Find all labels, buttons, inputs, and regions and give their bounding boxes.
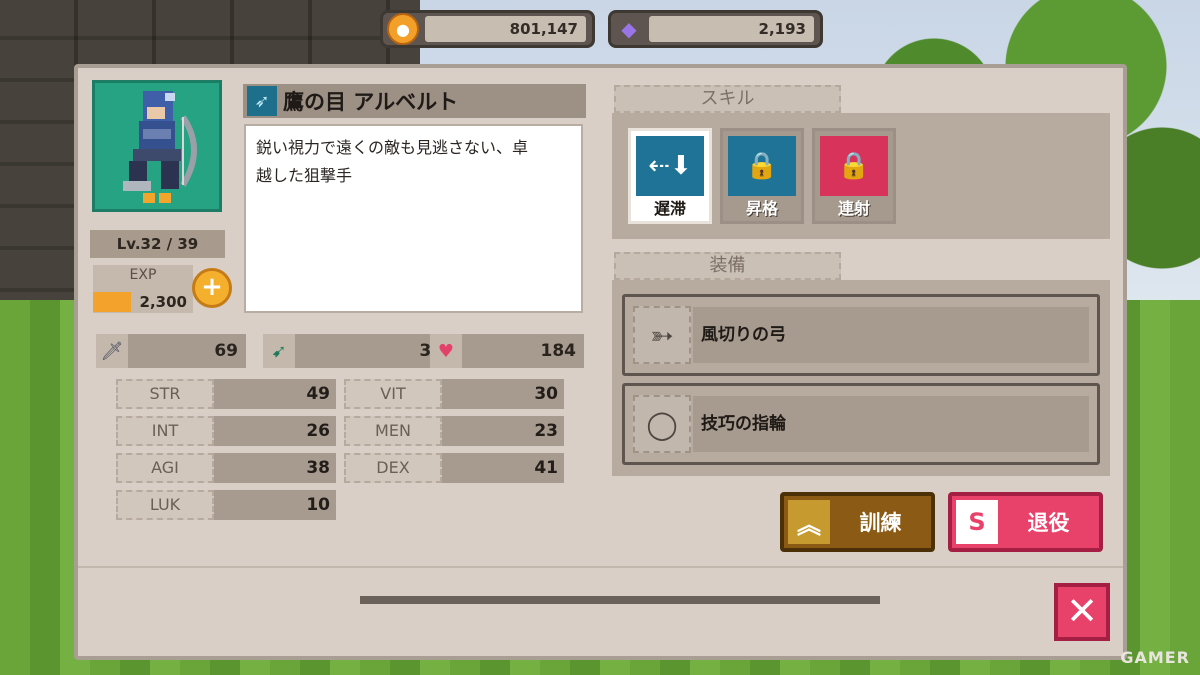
attr-label: MEN [344, 416, 442, 446]
exp-label: EXP [129, 267, 157, 283]
watermark: GAMER [1120, 648, 1190, 667]
attr-value: 26 [214, 416, 336, 446]
slow-arrow-icon: ⇠⬇ [636, 136, 704, 196]
attr-men: MEN 23 [344, 416, 564, 446]
attack-value: 69 [128, 334, 246, 368]
ranged-value: 37 [295, 334, 451, 368]
panel-divider [78, 566, 1123, 568]
gem-icon: ◆ [621, 17, 637, 41]
skill-promote[interactable]: 🔒 昇格 [720, 128, 804, 224]
skills-header: スキル [614, 85, 841, 113]
gem-counter: ◆ 2,193 [608, 10, 823, 48]
attr-value: 23 [442, 416, 564, 446]
heart-icon: ♥ [430, 334, 462, 368]
equipment-slot-weapon[interactable]: ➳ 風切りの弓 [622, 294, 1100, 376]
bow-icon: ➳ [633, 306, 691, 364]
close-button[interactable]: ✕ [1054, 583, 1110, 641]
skill-label: 連射 [837, 199, 870, 218]
skill-slow[interactable]: ⇠⬇ 遅滞 [628, 128, 712, 224]
character-name-bar: ➶ 鷹の目 アルベルト [243, 84, 586, 118]
attr-str: STR 49 [116, 379, 336, 409]
equipment-name: 技巧の指輪 [693, 396, 1089, 452]
ranged-stat: ➹ 37 [263, 333, 451, 369]
double-chevron-up-icon: ︽ [788, 500, 830, 544]
description-line: 越した狙撃手 [256, 166, 353, 185]
level-label: Lv.32 / 39 [90, 230, 225, 258]
attr-label: AGI [116, 453, 214, 483]
attr-vit: VIT 30 [344, 379, 564, 409]
attr-value: 41 [442, 453, 564, 483]
attr-value: 30 [442, 379, 564, 409]
retire-icon: S [956, 500, 998, 544]
sword-icon: 🗡 [96, 334, 128, 368]
attr-label: VIT [344, 379, 442, 409]
bow-arrow-icon: ➶ [247, 86, 277, 116]
arrow-icon: ➹ [263, 334, 295, 368]
attr-luk: LUK 10 [116, 490, 336, 520]
train-label: 訓練 [859, 511, 902, 535]
retire-label: 退役 [1027, 511, 1070, 535]
character-portrait [92, 80, 222, 212]
attr-label: LUK [116, 490, 214, 520]
ring-icon: ◯ [633, 395, 691, 453]
exp-progress-fill [93, 292, 131, 312]
skill-multishot[interactable]: 🔒 連射 [812, 128, 896, 224]
attr-label: INT [116, 416, 214, 446]
attr-int: INT 26 [116, 416, 336, 446]
attr-label: DEX [344, 453, 442, 483]
attr-value: 38 [214, 453, 336, 483]
attack-stat: 🗡 69 [96, 333, 246, 369]
character-description: 鋭い視力で遠くの敵も見逃さない、卓 越した狙撃手 [244, 124, 583, 313]
attr-label: STR [116, 379, 214, 409]
attr-value: 49 [214, 379, 336, 409]
skill-label: 遅滞 [653, 199, 686, 218]
character-name: 鷹の目 アルベルト [283, 90, 459, 114]
coin-icon: ● [387, 13, 419, 45]
attr-dex: DEX 41 [344, 453, 564, 483]
coin-amount: 801,147 [425, 16, 586, 42]
attr-agi: AGI 38 [116, 453, 336, 483]
exp-box: EXP 2,300 [93, 265, 193, 313]
locked-multishot-icon: 🔒 [820, 136, 888, 196]
hp-stat: ♥ 184 [430, 333, 584, 369]
gem-amount: 2,193 [649, 16, 814, 42]
archer-sprite-icon [123, 91, 197, 203]
description-line: 鋭い視力で遠くの敵も見逃さない、卓 [256, 138, 529, 157]
panel-footer-bar [360, 596, 880, 604]
retire-button[interactable]: S 退役 [948, 492, 1103, 552]
attr-value: 10 [214, 490, 336, 520]
equipment-header: 装備 [614, 252, 841, 280]
train-button[interactable]: ︽ 訓練 [780, 492, 935, 552]
coin-counter: ● 801,147 [380, 10, 595, 48]
exp-value: 2,300 [139, 293, 187, 311]
equipment-name: 風切りの弓 [693, 307, 1089, 363]
hp-value: 184 [462, 334, 584, 368]
skill-label: 昇格 [745, 199, 778, 218]
locked-bow-icon: 🔒 [728, 136, 796, 196]
add-exp-button[interactable]: + [192, 268, 232, 308]
equipment-slot-accessory[interactable]: ◯ 技巧の指輪 [622, 383, 1100, 465]
